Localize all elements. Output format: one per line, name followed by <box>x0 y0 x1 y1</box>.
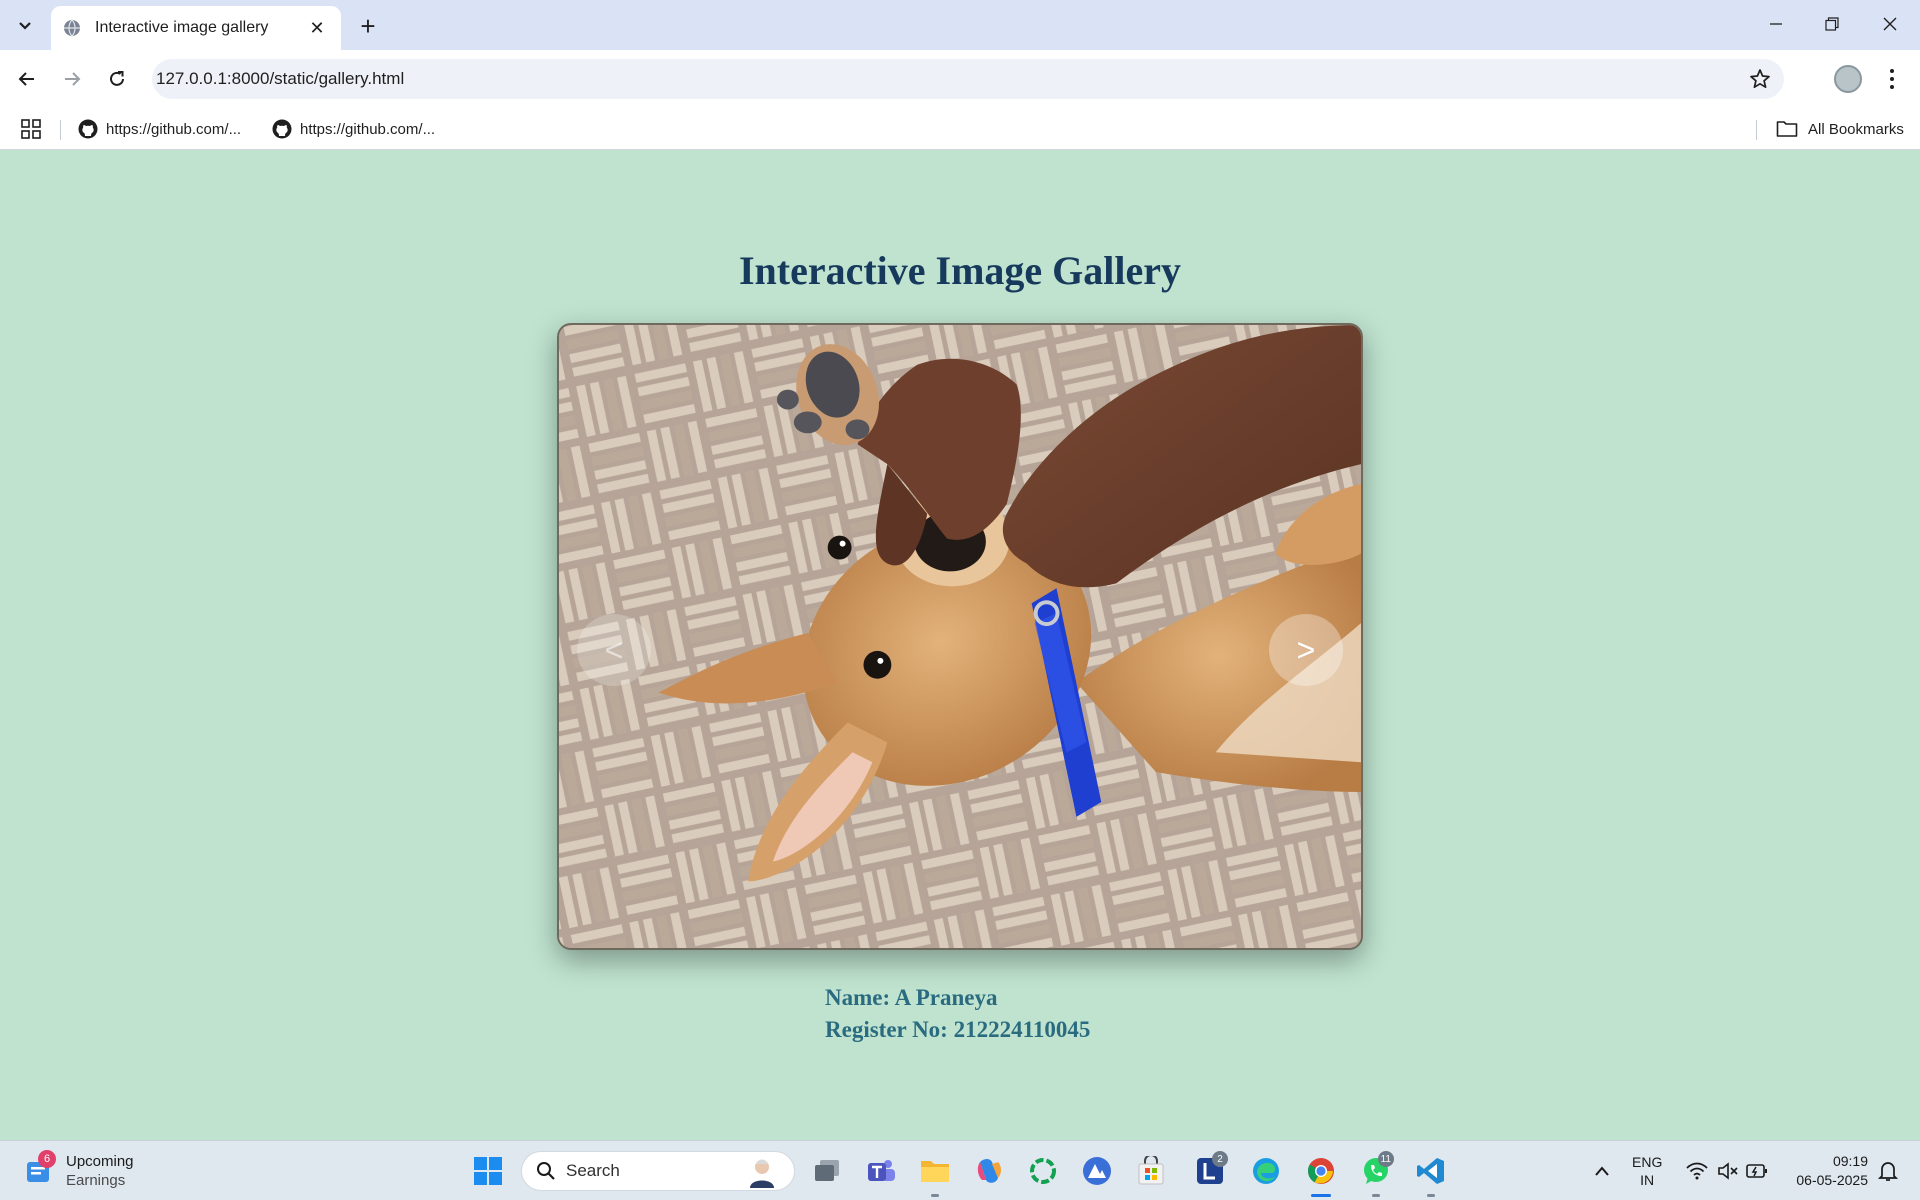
teams-app[interactable] <box>861 1151 901 1191</box>
clock-time: 09:19 <box>1832 1153 1868 1169</box>
student-name: Name: A Praneya <box>825 985 998 1010</box>
bookmarks-bar: https://github.com/... https://github.co… <box>0 108 1920 150</box>
chrome-icon <box>1307 1158 1334 1184</box>
edge-icon <box>1253 1158 1279 1184</box>
github-icon <box>272 119 292 139</box>
battery-icon <box>1746 1164 1767 1178</box>
browser-menu-icon[interactable] <box>1880 63 1904 95</box>
folder-icon <box>921 1161 949 1182</box>
chrome-app[interactable] <box>1301 1151 1341 1197</box>
triangle-app[interactable] <box>1077 1151 1117 1191</box>
folder-icon <box>1776 121 1798 137</box>
arrow-left-icon <box>18 72 34 86</box>
show-hidden-icons-button[interactable] <box>1582 1151 1622 1191</box>
bookmark-label: https://github.com/... <box>300 120 436 138</box>
bookmark-label: https://github.com/... <box>106 120 242 138</box>
windows-logo-icon <box>474 1157 502 1185</box>
edge-app[interactable] <box>1246 1151 1286 1191</box>
gallery-slide: < > <box>557 323 1363 950</box>
store-icon <box>1138 1156 1164 1185</box>
clock[interactable]: 09:19 06-05-2025 <box>1780 1141 1868 1200</box>
circle-app[interactable] <box>1023 1151 1063 1191</box>
forward-button[interactable] <box>54 61 90 97</box>
vscode-icon <box>1417 1158 1444 1184</box>
file-explorer-app[interactable] <box>915 1151 955 1197</box>
language-code: ENG <box>1632 1154 1663 1170</box>
search-highlight-icon <box>750 1159 774 1188</box>
widget-title: Upcoming <box>66 1153 134 1170</box>
arrow-right-icon <box>65 72 81 86</box>
search-icon <box>537 1162 555 1180</box>
taskbar: 6 Upcoming Earnings Search 2 11 ENG IN 0… <box>0 1140 1920 1200</box>
lens-badge: 2 <box>1212 1151 1228 1167</box>
whatsapp-badge: 11 <box>1377 1151 1394 1167</box>
chevron-down-icon <box>19 22 31 30</box>
address-bar[interactable]: 127.0.0.1:8000/static/gallery.html <box>152 59 1784 919</box>
bookmarks-divider <box>1756 120 1757 140</box>
minimize-icon <box>1770 23 1782 25</box>
notifications-button[interactable] <box>1868 1151 1908 1191</box>
widgets-button[interactable]: 6 Upcoming Earnings <box>24 1149 134 1193</box>
browser-tab[interactable]: Interactive image gallery ✕ <box>51 6 341 50</box>
globe-icon <box>64 19 80 37</box>
tab-search-button[interactable] <box>8 9 42 41</box>
vscode-app[interactable] <box>1411 1151 1451 1197</box>
chevron-up-icon <box>1595 1166 1609 1176</box>
new-tab-button[interactable]: + <box>352 10 384 42</box>
close-icon <box>1883 17 1897 31</box>
dog-photo <box>559 325 1361 948</box>
url-text: 127.0.0.1:8000/static/gallery.html <box>156 69 405 88</box>
bookmark-github-1[interactable]: https://github.com/... <box>78 114 241 144</box>
previous-image-button[interactable]: < <box>577 614 651 686</box>
bookmarks-divider <box>60 120 61 140</box>
taskbar-search[interactable]: Search <box>521 1151 795 1191</box>
reload-button[interactable] <box>99 61 135 97</box>
mountain-app-icon <box>1083 1157 1111 1185</box>
lens-app[interactable]: 2 <box>1190 1151 1230 1191</box>
minimize-button[interactable] <box>1748 0 1804 48</box>
tab-title: Interactive image gallery <box>95 19 269 36</box>
battery-button[interactable] <box>1737 1151 1777 1191</box>
close-window-button[interactable] <box>1862 0 1918 48</box>
widget-badge: 6 <box>38 1150 56 1168</box>
browser-toolbar: 127.0.0.1:8000/static/gallery.html <box>0 50 1920 919</box>
task-view-button[interactable] <box>807 1151 847 1191</box>
widget-subtitle: Earnings <box>66 1172 126 1189</box>
microsoft-store-app[interactable] <box>1131 1151 1171 1191</box>
task-view-icon <box>815 1160 839 1181</box>
page-content: Interactive Image Gallery < > Name: A Pr… <box>0 151 1920 1140</box>
bookmark-star-icon[interactable] <box>1748 67 1772 91</box>
bell-icon <box>1878 1162 1898 1181</box>
bookmark-github-2[interactable]: https://github.com/... <box>272 114 435 144</box>
back-button[interactable] <box>9 61 45 97</box>
github-icon <box>78 119 98 139</box>
volume-muted-icon <box>1718 1162 1738 1180</box>
search-label: Search <box>566 1161 620 1180</box>
apps-grid-icon[interactable] <box>20 118 42 140</box>
sync-circle-icon <box>1030 1158 1056 1184</box>
copilot-icon <box>977 1159 1001 1183</box>
clock-date: 06-05-2025 <box>1796 1172 1868 1188</box>
register-number: Register No: 212224110045 <box>825 1017 1091 1042</box>
whatsapp-app[interactable]: 11 <box>1356 1151 1396 1197</box>
region-code: IN <box>1640 1172 1655 1188</box>
restore-button[interactable] <box>1804 0 1860 48</box>
teams-icon <box>868 1160 895 1181</box>
reload-icon <box>110 71 124 86</box>
language-indicator[interactable]: ENG IN <box>1632 1141 1662 1200</box>
tab-close-icon[interactable]: ✕ <box>305 16 329 40</box>
next-image-button[interactable]: > <box>1269 614 1343 686</box>
restore-icon <box>1825 17 1839 31</box>
student-info: Name: A Praneya Register No: 21222411004… <box>825 982 1090 1046</box>
stocks-widget-icon: 6 <box>24 1150 56 1186</box>
all-bookmarks-label: All Bookmarks <box>1808 120 1904 138</box>
copilot-app[interactable] <box>969 1151 1009 1191</box>
wifi-icon <box>1686 1162 1708 1180</box>
browser-tab-bar: Interactive image gallery ✕ + <box>0 0 1920 50</box>
page-title: Interactive Image Gallery <box>738 248 1182 293</box>
profile-avatar[interactable] <box>1834 65 1862 93</box>
all-bookmarks-button[interactable]: All Bookmarks <box>1776 114 1904 144</box>
start-button[interactable] <box>468 1151 508 1191</box>
